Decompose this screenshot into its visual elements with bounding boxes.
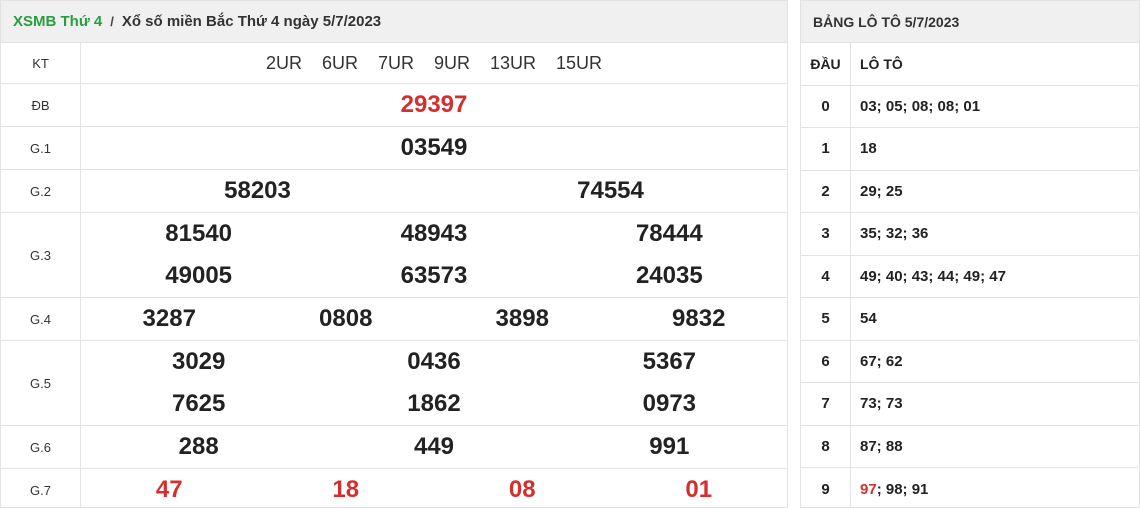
results-panel: XSMB Thứ 4 / Xổ số miền Bắc Thứ 4 ngày 5… xyxy=(0,0,788,508)
prize-number: 01 xyxy=(685,476,713,503)
loto-row: 2 29; 25 xyxy=(801,170,1139,213)
prize-row-g3: G.3 81540 48943 78444 49005 63573 24035 xyxy=(1,213,787,298)
prize-row-db: ĐB 29397 xyxy=(1,84,787,127)
kt-code: 9UR xyxy=(433,52,470,73)
loto-values: 03; 05; 08; 08; 01 xyxy=(860,97,981,115)
prize-label: G.6 xyxy=(1,426,81,468)
prize-number: 3287 xyxy=(142,305,196,332)
kt-codes: 2UR 6UR 7UR 9UR 13UR 15UR xyxy=(81,43,787,83)
prize-number: 1862 xyxy=(407,390,461,417)
col-header-loto: LÔ TÔ xyxy=(860,55,903,72)
prize-label: G.7 xyxy=(1,469,81,508)
kt-code: 6UR xyxy=(321,52,358,73)
kt-code: 7UR xyxy=(377,52,414,73)
breadcrumb: XSMB Thứ 4 / Xổ số miền Bắc Thứ 4 ngày 5… xyxy=(1,1,787,43)
prize-number: 9832 xyxy=(672,305,726,332)
loto-values: 73; 73 xyxy=(860,395,903,413)
page-title: Xổ số miền Bắc Thứ 4 ngày 5/7/2023 xyxy=(121,13,382,30)
loto-row: 8 87; 88 xyxy=(801,425,1139,468)
prize-number: 47 xyxy=(155,476,183,503)
kt-code: 15UR xyxy=(556,52,603,73)
loto-values-rest: ; 98; 91 xyxy=(876,480,929,498)
prize-number: 0436 xyxy=(407,348,461,375)
prize-row-g5: G.5 3029 0436 5367 7625 1862 0973 xyxy=(1,341,787,426)
loto-panel: BẢNG LÔ TÔ 5/7/2023 ĐẦU LÔ TÔ 0 03; 05; … xyxy=(800,0,1140,508)
loto-dau: 1 xyxy=(801,128,851,170)
kt-row: KT 2UR 6UR 7UR 9UR 13UR 15UR xyxy=(1,43,787,84)
prize-number: 08 xyxy=(508,476,536,503)
loto-values: 97; 98; 91 xyxy=(851,468,1139,508)
kt-code: 2UR xyxy=(265,52,302,73)
loto-dau: 3 xyxy=(801,213,851,255)
prize-number: 0808 xyxy=(319,305,373,332)
special-prize-number: 29397 xyxy=(400,91,468,118)
loto-values: 54 xyxy=(860,310,877,328)
prize-number: 5367 xyxy=(642,348,697,375)
kt-label: KT xyxy=(1,43,81,83)
kt-code: 13UR xyxy=(490,52,537,73)
loto-row: 6 67; 62 xyxy=(801,340,1139,383)
prize-label: G.2 xyxy=(1,170,81,212)
prize-number: 3898 xyxy=(495,305,549,332)
loto-special-highlight: 97 xyxy=(860,480,877,498)
prize-row-g4: G.4 3287 0808 3898 9832 xyxy=(1,298,787,341)
loto-values: 18 xyxy=(860,140,877,158)
breadcrumb-separator: / xyxy=(110,14,114,29)
prize-number: 49005 xyxy=(165,262,233,289)
loto-values: 67; 62 xyxy=(860,352,903,370)
prize-row-g6: G.6 288 449 991 xyxy=(1,426,787,469)
loto-header-row: ĐẦU LÔ TÔ xyxy=(801,43,1139,86)
prize-number: 48943 xyxy=(400,220,468,247)
loto-values: 87; 88 xyxy=(860,437,903,455)
loto-row: 4 49; 40; 43; 44; 49; 47 xyxy=(801,255,1139,298)
prize-number: 78444 xyxy=(635,220,703,247)
prize-number: 991 xyxy=(649,433,690,460)
prize-label: G.3 xyxy=(1,213,81,297)
prize-number: 288 xyxy=(178,433,219,460)
loto-values: 35; 32; 36 xyxy=(860,225,929,243)
col-header-dau: ĐẦU xyxy=(801,43,851,85)
prize-label: G.5 xyxy=(1,341,81,425)
loto-row: 5 54 xyxy=(801,298,1139,341)
loto-dau: 9 xyxy=(801,468,851,508)
loto-row: 7 73; 73 xyxy=(801,383,1139,426)
loto-row: 9 97; 98; 91 xyxy=(801,468,1139,508)
prize-row-g2: G.2 58203 74554 xyxy=(1,170,787,213)
loto-values: 49; 40; 43; 44; 49; 47 xyxy=(860,267,1006,285)
prize-label: G.4 xyxy=(1,298,81,340)
prize-row-g7: G.7 47 18 08 01 xyxy=(1,469,787,508)
prize-number: 0973 xyxy=(642,390,697,417)
loto-row: 1 18 xyxy=(801,128,1139,171)
loto-dau: 4 xyxy=(801,255,851,297)
loto-dau: 2 xyxy=(801,170,851,212)
prize-number: 63573 xyxy=(400,262,468,289)
prize-number: 58203 xyxy=(224,177,291,204)
loto-row: 0 03; 05; 08; 08; 01 xyxy=(801,85,1139,128)
loto-row: 3 35; 32; 36 xyxy=(801,213,1139,256)
loto-title: BẢNG LÔ TÔ 5/7/2023 xyxy=(801,1,1139,43)
loto-values: 29; 25 xyxy=(860,182,903,200)
prize-number: 18 xyxy=(332,476,360,503)
loto-dau: 8 xyxy=(801,425,851,467)
prize-number: 74554 xyxy=(577,177,644,204)
prize-number: 24035 xyxy=(635,262,703,289)
prize-number: 81540 xyxy=(165,220,233,247)
prize-label: ĐB xyxy=(1,84,81,126)
loto-dau: 6 xyxy=(801,340,851,382)
prize-label: G.1 xyxy=(1,127,81,169)
prize-number: 7625 xyxy=(171,390,226,417)
prize-number: 03549 xyxy=(400,134,468,161)
loto-dau: 5 xyxy=(801,298,851,340)
loto-dau: 0 xyxy=(801,85,851,127)
prize-number: 3029 xyxy=(171,348,226,375)
breadcrumb-link-xsmb-thu4[interactable]: XSMB Thứ 4 xyxy=(13,13,102,30)
prize-number: 449 xyxy=(413,433,455,460)
loto-dau: 7 xyxy=(801,383,851,425)
prize-row-g1: G.1 03549 xyxy=(1,127,787,170)
